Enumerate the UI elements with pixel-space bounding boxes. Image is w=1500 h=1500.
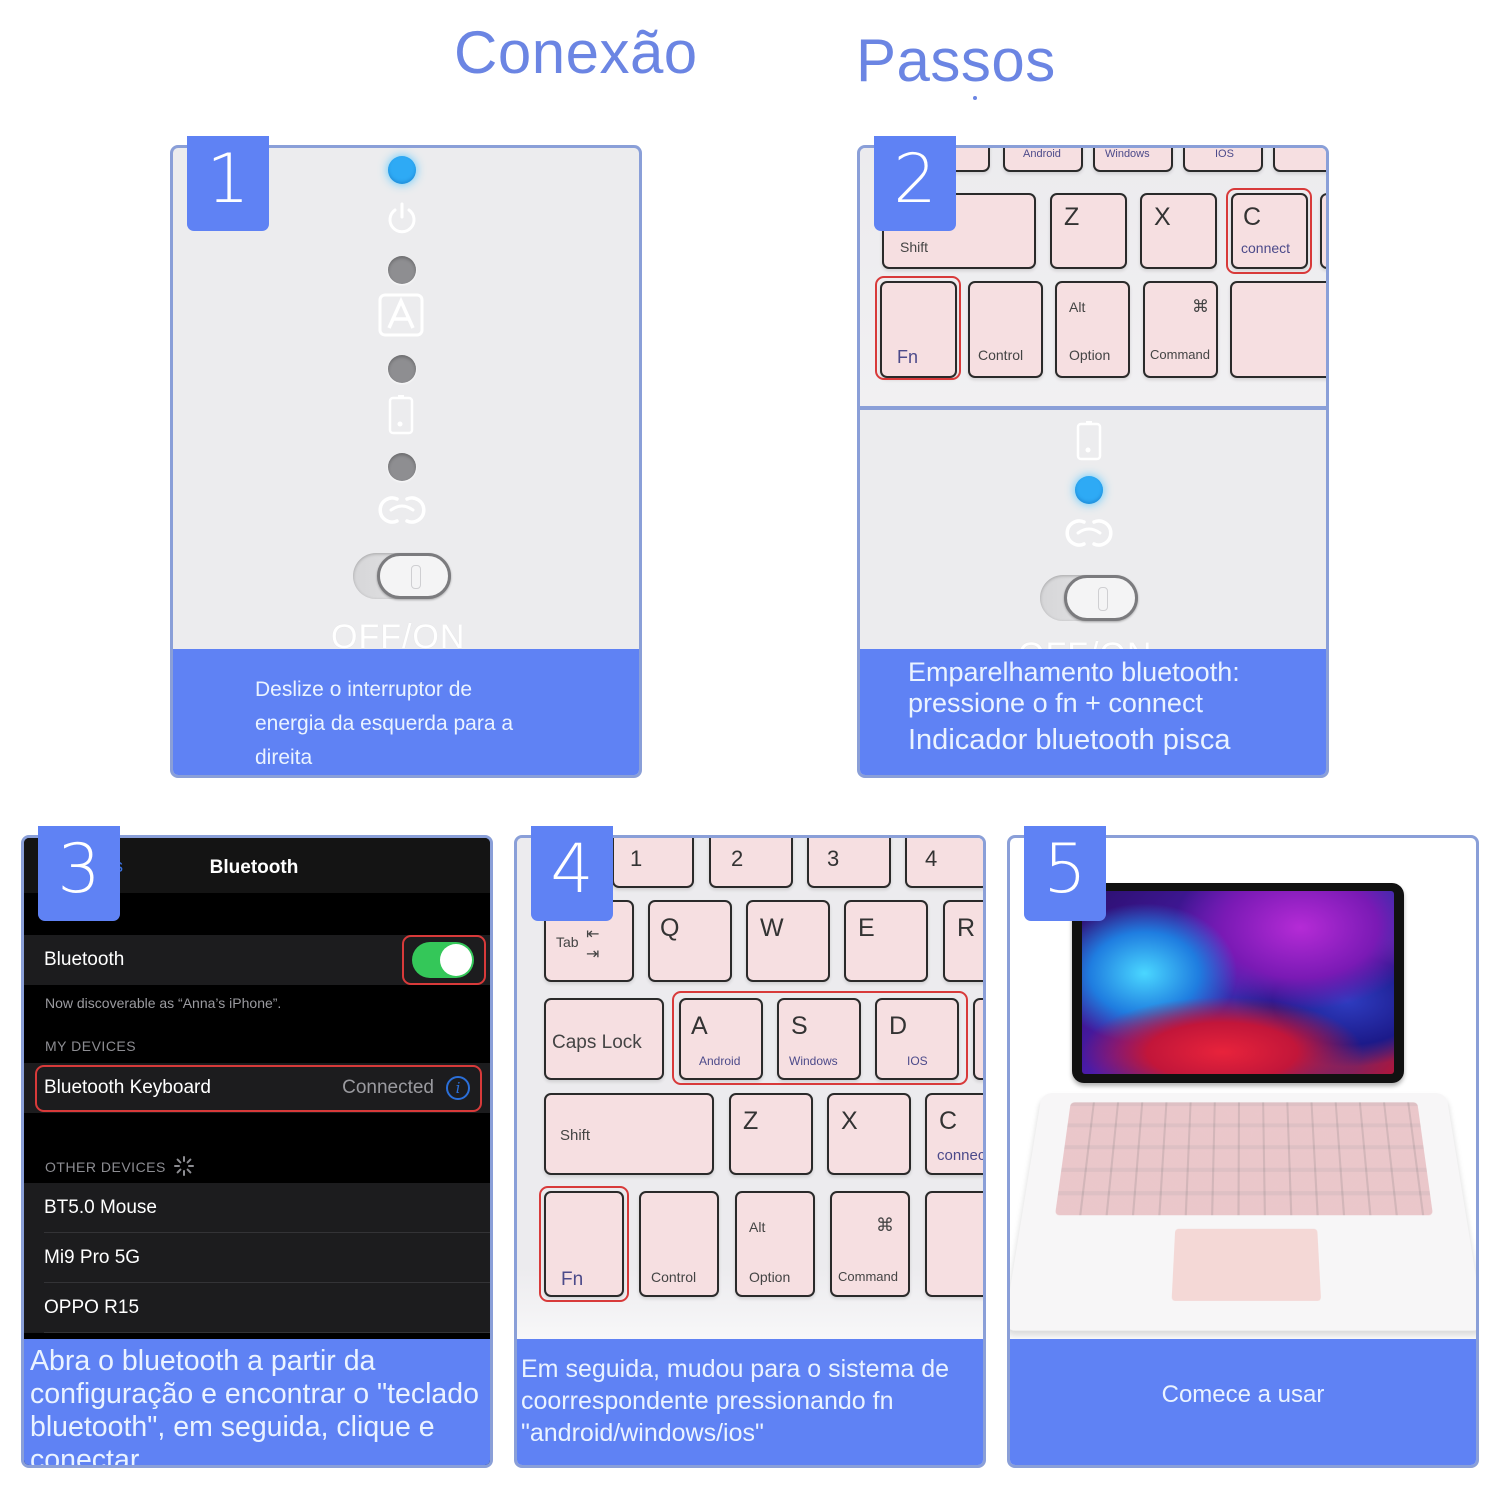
step-badge-4: 4 [531,826,613,921]
key-control: Control [968,281,1043,378]
my-devices-header: MY DEVICES [45,1038,137,1054]
key-command: ⌘ Command [830,1191,910,1297]
tablet-image [1072,883,1404,1083]
step-card-4: 1 2 3 4 Tab ⇤ ⇥ Q W E R Caps Lock A Android… [514,835,986,1468]
step-badge-5: 5 [1024,826,1106,921]
key-windows: Windows [1093,148,1173,172]
key-x: X [1140,193,1217,269]
power-switch[interactable] [1040,575,1138,621]
key-android: Android [1003,148,1083,172]
step-caption-3: Abra o bluetooth a partir da configuraçã… [24,1339,490,1465]
highlight-keyboard-row [35,1065,482,1112]
key-space [925,1191,983,1297]
caption-line: conectar [30,1444,140,1465]
key-ios: IOS [1183,148,1263,172]
led-bluetooth-on [388,156,416,184]
page-title-left: Conexão [454,19,698,86]
step-card-3: s Bluetooth Bluetooth Now discoverable a… [21,835,493,1468]
key-w: W [746,900,830,982]
key-4: 4 [905,838,983,888]
step-caption-2: Emparelhamento bluetooth: pressione o fn… [860,649,1326,775]
key-q: Q [648,900,732,982]
key-1: 1 [612,838,694,888]
loading-spinner-icon [174,1156,194,1176]
step-card-1: OFF/ON Deslize o interruptor de energia … [170,145,642,778]
highlight-connect-key [1226,188,1312,274]
key-command: ⌘ Command [1143,281,1218,378]
key-caps-lock: Caps Lock [544,998,664,1080]
highlight-os-keys [672,991,968,1085]
led-battery-off [388,453,416,481]
highlight-toggle [402,935,486,985]
caption-line: "android/windows/ios" [521,1419,764,1447]
caption-line: Emparelhamento bluetooth: [908,657,1240,687]
caption-line: Deslize o interruptor de [255,678,473,701]
key-partial [1273,148,1326,172]
led-bluetooth-blinking [1075,476,1103,504]
step-card-2: Android Windows IOS Shift Z X Cconnect F… [857,145,1329,778]
led-caps-off [388,355,416,383]
led-power-off [388,256,416,284]
caption-line: direita [255,746,313,769]
key-space [1230,281,1326,378]
step-badge-3: 3 [38,826,120,921]
key-z: Z [1050,193,1127,269]
battery-icon [388,395,414,435]
device-row-other[interactable]: BT5.0 Mouse [24,1183,490,1233]
highlight-fn-key [539,1186,629,1302]
tab-arrows-icon: ⇤ ⇥ [586,926,600,963]
page-title-right: Passos [856,27,1056,94]
key-r: R [943,900,983,982]
caption-line: pressione o fn + connect [908,688,1203,718]
caption-line: Comece a usar [1161,1381,1325,1408]
touchpad [1171,1228,1322,1301]
step-caption-5: Comece a usar [1010,1339,1476,1465]
key-option: Alt Option [735,1191,815,1297]
caption-line: coorrespondente pressionando fn [521,1387,894,1415]
step-card-5: Comece a usar [1007,835,1479,1468]
key-e: E [844,900,928,982]
caps-lock-icon [378,293,424,337]
key-3: 3 [807,838,891,888]
bluetooth-toggle-label: Bluetooth [44,949,125,970]
key-control: Control [639,1191,719,1297]
device-row-other[interactable]: Mi9 Pro 5G [24,1233,490,1283]
caption-line: configuração e encontrar o "teclado [30,1378,479,1410]
step-caption-1: Deslize o interruptor de energia da esqu… [173,649,639,775]
bluetooth-link-icon [1065,519,1113,547]
highlight-fn-key [875,276,961,380]
key-z: Z [729,1093,813,1175]
device-row-other[interactable]: OPPO R15 [24,1283,490,1333]
separator [44,1332,490,1333]
key-partial [1320,193,1326,269]
power-icon [388,202,416,234]
keyboard-image [1010,1093,1476,1331]
power-switch[interactable] [353,553,451,599]
key-option: Alt Option [1055,281,1130,378]
caption-line: Abra o bluetooth a partir da [30,1345,376,1377]
step-badge-1: 1 [187,136,269,231]
key-2: 2 [709,838,793,888]
other-devices-header: OTHER DEVICES [45,1156,194,1176]
battery-icon [1076,421,1102,461]
tablet-screen [1082,891,1394,1074]
key-x: X [827,1093,911,1175]
key-partial [973,998,983,1080]
key-c-connect: Cconnec [925,1093,983,1175]
step-caption-4: Em seguida, mudou para o sistema de coor… [517,1339,983,1465]
caption-line: energia da esquerda para a [255,712,514,735]
decorative-dot [973,96,977,100]
keyboard-keys [1055,1102,1433,1216]
key-shift: Shift [544,1093,714,1175]
bluetooth-link-icon [378,496,426,524]
discoverable-text: Now discoverable as “Anna’s iPhone”. [45,995,282,1011]
step-badge-2: 2 [874,136,956,231]
caption-line: bluetooth", em seguida, clique e [30,1411,435,1443]
caption-line: Em seguida, mudou para o sistema de [521,1355,950,1383]
indicator-panel: OFF/ON [860,410,1326,674]
caption-line: Indicador bluetooth pisca [908,724,1231,756]
